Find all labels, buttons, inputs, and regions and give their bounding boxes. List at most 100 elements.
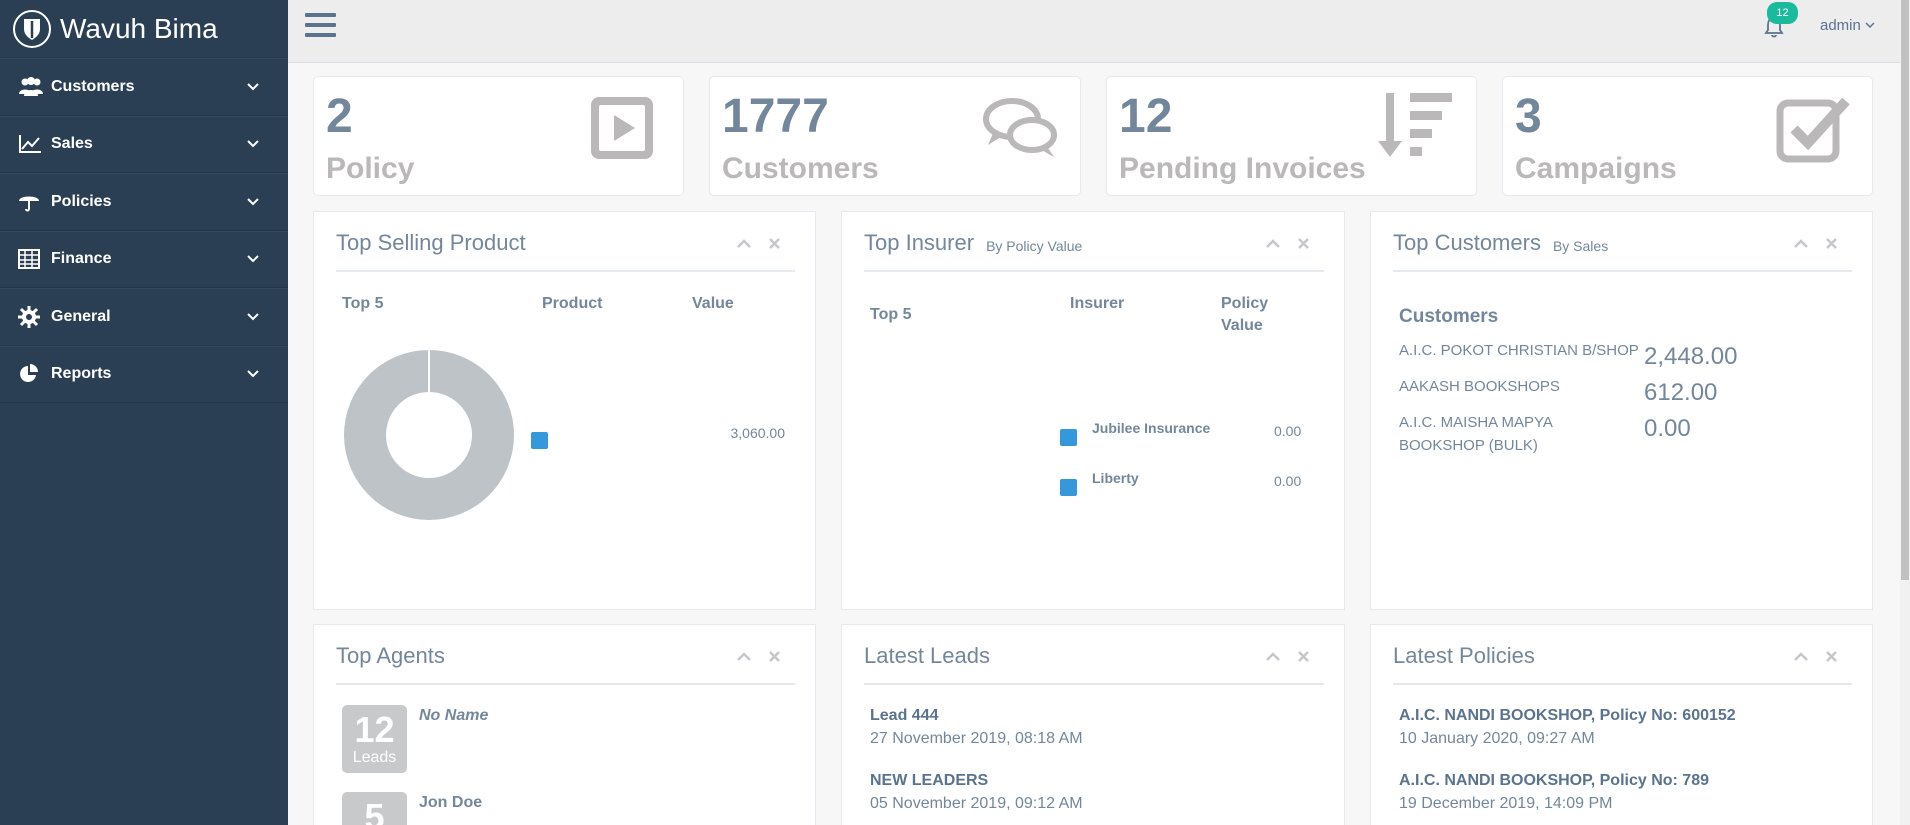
- panel-title: Top Selling Product: [336, 230, 526, 255]
- chevron-down-icon: [246, 367, 260, 381]
- close-icon[interactable]: [1296, 236, 1310, 250]
- scrollbar-thumb[interactable]: [1901, 0, 1909, 580]
- sidebar-item-policies[interactable]: Policies: [0, 173, 288, 231]
- chevron-up-icon[interactable]: [737, 649, 751, 663]
- sidebar-item-general[interactable]: General: [0, 288, 288, 346]
- menu-toggle-icon[interactable]: [305, 13, 336, 39]
- donut-chart: [344, 350, 514, 520]
- check-square-icon: [1772, 91, 1852, 165]
- panel-tools: [737, 649, 781, 663]
- panel-tools: [1794, 649, 1838, 663]
- column-header-top5: Top 5: [342, 295, 384, 312]
- panel-latest-policies: Latest Policies A.I.C. NANDI BOOKSHOP, P…: [1370, 624, 1873, 825]
- chevron-up-icon[interactable]: [737, 236, 751, 250]
- sidebar: Wavuh Bima Customers Sales Policies Fina…: [0, 0, 288, 825]
- panel-header: Latest Leads: [864, 639, 1324, 685]
- stat-label: Customers: [722, 152, 879, 185]
- stat-tile-policy[interactable]: 2 Policy: [313, 76, 684, 196]
- chevron-down-icon: [246, 310, 260, 324]
- lead-title[interactable]: NEW LEADERS: [870, 772, 988, 790]
- chevron-up-icon[interactable]: [1266, 649, 1280, 663]
- agent-lead-count: 5: [342, 792, 407, 825]
- panel-header: Top Agents: [336, 639, 795, 685]
- agent-count: 12: [354, 709, 395, 750]
- policy-title[interactable]: A.I.C. NANDI BOOKSHOP, Policy No: 600152: [1399, 707, 1736, 725]
- close-icon[interactable]: [767, 649, 781, 663]
- panel-top-insurer: Top Insurer By Policy Value Top 5 Insure…: [841, 211, 1345, 610]
- customer-name-line: A.I.C. MAISHA MAPYA: [1399, 414, 1553, 431]
- brand[interactable]: Wavuh Bima: [0, 0, 288, 58]
- agent-lead-count: 12 Leads: [342, 705, 407, 773]
- panel-header: Latest Policies: [1393, 639, 1852, 685]
- customers-heading: Customers: [1399, 306, 1499, 327]
- table-icon: [18, 248, 44, 270]
- panel-title: Top Insurer: [864, 230, 975, 255]
- product-value: 3,060.00: [730, 425, 786, 441]
- stat-tile-customers[interactable]: 1777 Customers: [709, 76, 1081, 196]
- panel-header: Top Customers By Sales: [1393, 226, 1852, 272]
- panel-header: Top Selling Product: [336, 226, 795, 272]
- chevron-down-icon: [1865, 22, 1875, 29]
- users-icon: [18, 76, 44, 98]
- legend-swatch: [531, 432, 548, 449]
- play-square-icon: [583, 91, 663, 165]
- sidebar-item-label: Sales: [51, 135, 93, 153]
- panel-subtitle: By Policy Value: [986, 238, 1083, 254]
- close-icon[interactable]: [767, 236, 781, 250]
- top-nav: 12 admin: [288, 0, 1910, 63]
- customer-sales: 2,448.00: [1644, 343, 1738, 370]
- insurer-value: 0.00: [1274, 423, 1302, 439]
- lead-title[interactable]: Lead 444: [870, 707, 938, 725]
- panel-tools: [1794, 236, 1838, 250]
- stat-count: 3: [1515, 90, 1542, 143]
- lead-date: 27 November 2019, 08:18 AM: [870, 730, 1083, 747]
- user-name: admin: [1820, 17, 1861, 34]
- chevron-up-icon[interactable]: [1266, 236, 1280, 250]
- chevron-up-icon[interactable]: [1794, 649, 1808, 663]
- sidebar-item-sales[interactable]: Sales: [0, 115, 288, 173]
- close-icon[interactable]: [1824, 236, 1838, 250]
- sidebar-item-finance[interactable]: Finance: [0, 230, 288, 288]
- insurer-value: 0.00: [1274, 473, 1302, 489]
- column-header-line: Value: [1221, 317, 1263, 334]
- sidebar-item-customers[interactable]: Customers: [0, 58, 288, 116]
- insurer-name: Jubilee Insurance: [1092, 420, 1211, 436]
- column-header-policy-value: Policy Value: [1221, 295, 1268, 335]
- agent-count: 5: [364, 796, 385, 825]
- chevron-up-icon[interactable]: [1794, 236, 1808, 250]
- chevron-down-icon: [246, 252, 260, 266]
- agent-name: Jon Doe: [419, 794, 483, 811]
- umbrella-icon: [18, 191, 44, 213]
- sort-amount-down-icon: [1376, 91, 1456, 165]
- column-header-product: Product: [542, 295, 603, 312]
- sidebar-item-label: Customers: [51, 77, 135, 95]
- panel-title: Latest Leads: [864, 643, 990, 668]
- column-header-line: Policy: [1221, 295, 1269, 312]
- policy-title[interactable]: A.I.C. NANDI BOOKSHOP, Policy No: 789: [1399, 772, 1709, 790]
- stat-count: 12: [1119, 90, 1173, 143]
- panel-tools: [1266, 236, 1310, 250]
- agent-name: No Name: [419, 707, 489, 724]
- stat-label: Pending Invoices: [1119, 152, 1366, 185]
- sidebar-item-label: General: [51, 307, 111, 325]
- gear-icon: [18, 305, 44, 328]
- notification-badge: 12: [1767, 2, 1798, 24]
- page-scrollbar[interactable]: [1900, 0, 1910, 825]
- close-icon[interactable]: [1296, 649, 1310, 663]
- panel-top-selling-product: Top Selling Product Top 5 Product Value …: [313, 211, 816, 610]
- user-menu[interactable]: admin: [1820, 17, 1875, 34]
- column-header-value: Value: [692, 295, 734, 312]
- sidebar-item-reports[interactable]: Reports: [0, 345, 288, 403]
- stat-tile-campaigns[interactable]: 3 Campaigns: [1502, 76, 1873, 196]
- chevron-down-icon: [246, 137, 260, 151]
- column-header-top5: Top 5: [870, 306, 912, 323]
- panel-latest-leads: Latest Leads Lead 444 27 November 2019, …: [841, 624, 1345, 825]
- stat-label: Campaigns: [1515, 152, 1677, 185]
- lead-date: 05 November 2019, 09:12 AM: [870, 795, 1083, 812]
- stat-tile-pending-invoices[interactable]: 12 Pending Invoices: [1106, 76, 1477, 196]
- close-icon[interactable]: [1824, 649, 1838, 663]
- panel-header: Top Insurer By Policy Value: [864, 226, 1324, 272]
- policy-date: 10 January 2020, 09:27 AM: [1399, 730, 1595, 747]
- shield-icon: [13, 9, 51, 48]
- brand-title: Wavuh Bima: [60, 12, 218, 44]
